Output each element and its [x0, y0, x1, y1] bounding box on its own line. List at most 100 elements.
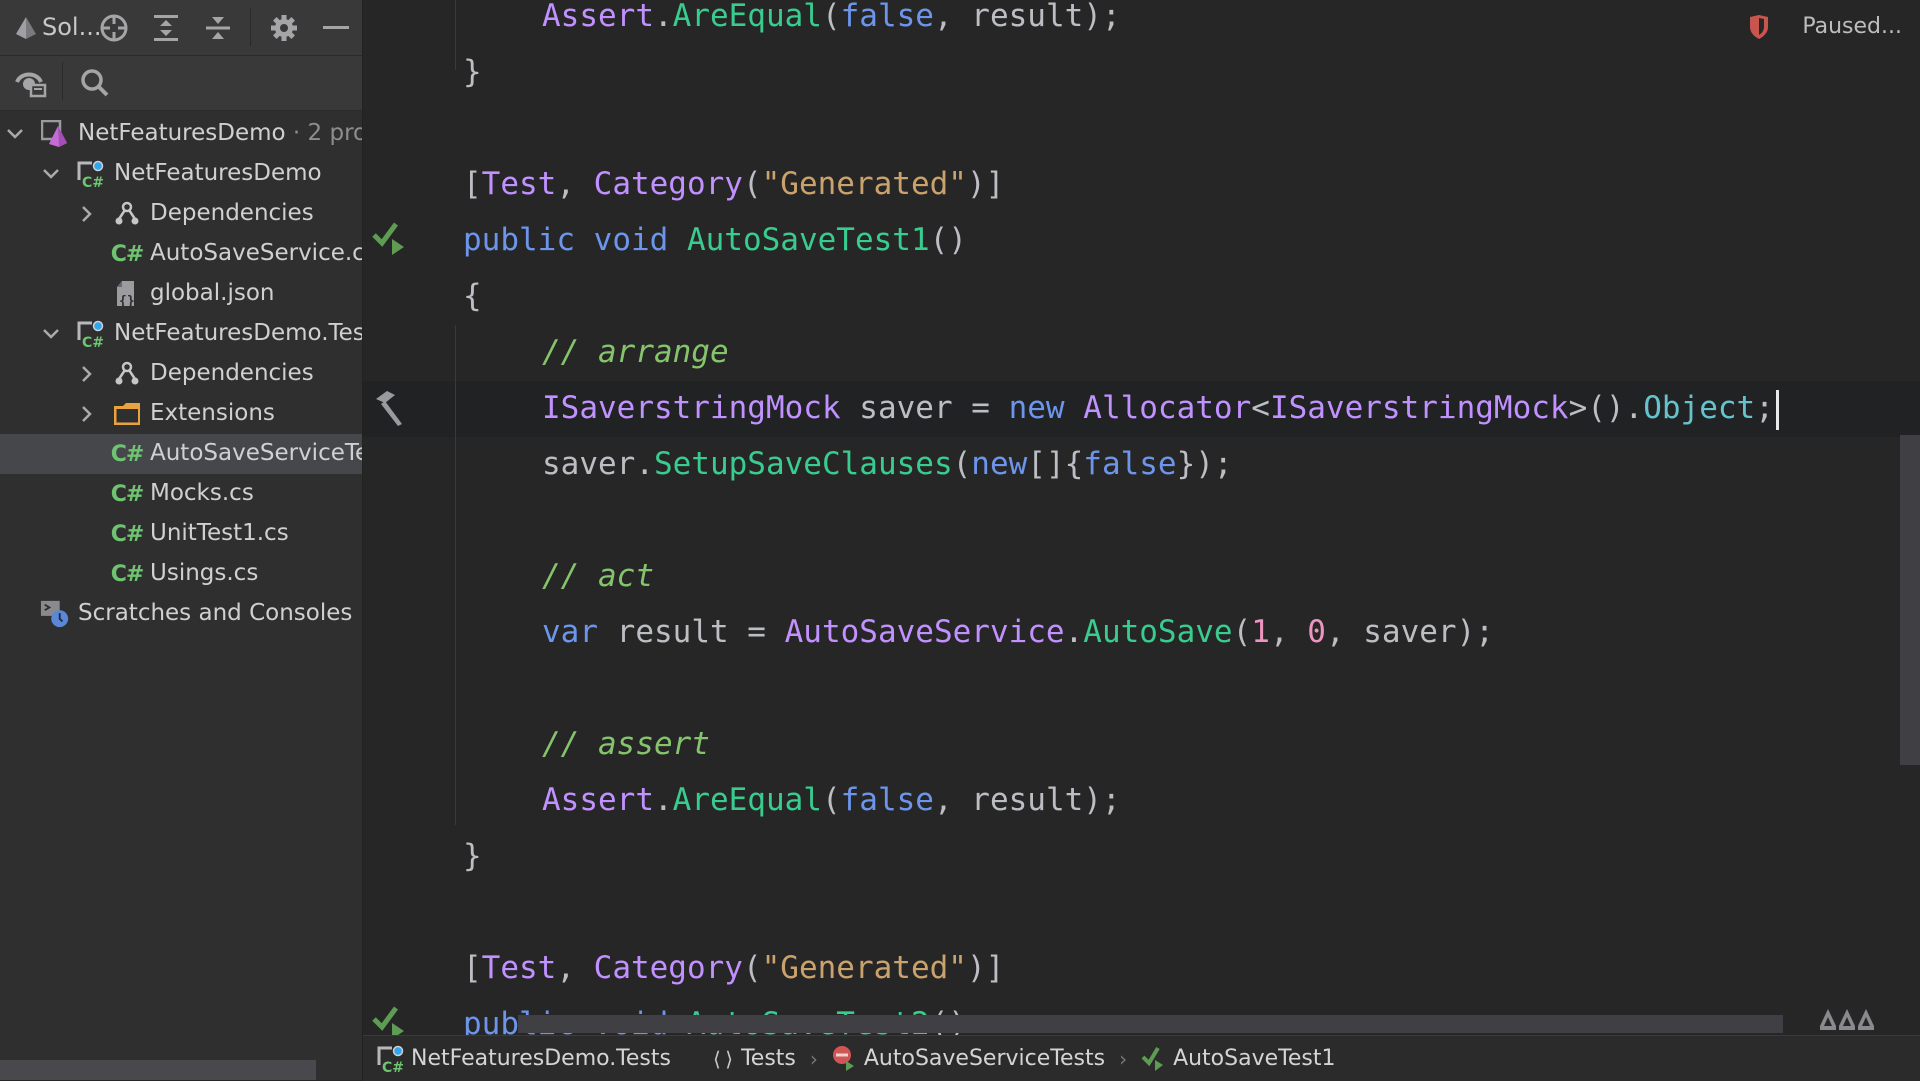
code-line[interactable]: var result = AutoSaveService.AutoSave(1,…: [542, 604, 1494, 660]
tree-item-label: AutoSaveService.cs: [150, 240, 363, 266]
code-token: ,: [1269, 614, 1308, 650]
tree-item[interactable]: C# UnitTest1.cs: [0, 514, 362, 554]
code-token: 0: [1307, 614, 1326, 650]
code-token: , saver);: [1325, 614, 1494, 650]
code-token: }: [463, 838, 482, 874]
code-token: [: [463, 950, 482, 986]
editor-horizontal-scrollbar[interactable]: [518, 1015, 1783, 1033]
code-token: Test: [481, 950, 557, 986]
inspection-widget[interactable]: [1819, 1008, 1875, 1030]
code-token: (): [929, 222, 967, 258]
tree-item[interactable]: NetFeaturesDemo · 2 proje: [0, 114, 362, 154]
code-token: Allocator: [1083, 390, 1252, 426]
breadcrumb-item[interactable]: AutoSaveServiceTests: [832, 1045, 1105, 1073]
code-token: 1: [1251, 614, 1270, 650]
code-line[interactable]: [Test, Category("Generated")]: [463, 156, 1004, 212]
code-token: saver =: [840, 390, 1009, 426]
svg-text:C#: C#: [82, 175, 104, 188]
code-line[interactable]: ISaverstringMock saver = new Allocator<I…: [542, 380, 1779, 436]
code-token: void: [593, 222, 669, 258]
tree-item-label: global.json: [150, 280, 275, 306]
csharp-file-icon: C#: [110, 441, 145, 467]
tree-item[interactable]: {} global.json: [0, 274, 362, 314]
chevron-right-icon[interactable]: [77, 364, 97, 384]
code-token: Test: [481, 166, 557, 202]
code-token: });: [1176, 446, 1233, 482]
dependencies-icon: [112, 199, 142, 229]
code-line[interactable]: }: [463, 44, 482, 100]
hammer-icon[interactable]: [369, 388, 409, 428]
indent-guide: [455, 0, 456, 70]
code-line[interactable]: Assert.AreEqual(false, result);: [542, 772, 1121, 828]
analysis-status[interactable]: Paused...: [1802, 14, 1902, 39]
scratches-icon: [40, 599, 70, 629]
show-files-icon[interactable]: [11, 63, 51, 103]
code-token: )]: [966, 950, 1005, 986]
collapse-all-icon[interactable]: [198, 8, 238, 48]
chevron-down-icon[interactable]: [41, 164, 61, 184]
code-token: (: [1232, 614, 1252, 650]
svg-text:{}: {}: [119, 294, 135, 308]
code-line[interactable]: saver.SetupSaveClauses(new[]{false});: [542, 436, 1233, 492]
dependencies-icon: [112, 359, 142, 389]
sidebar-horizontal-scrollbar[interactable]: [0, 1060, 316, 1080]
tree-item[interactable]: C# Usings.cs: [0, 554, 362, 594]
tree-item[interactable]: C# Mocks.cs: [0, 474, 362, 514]
code-token: false: [1083, 446, 1177, 482]
code-line[interactable]: // act: [542, 548, 654, 604]
code-line[interactable]: Assert.AreEqual(false, result);: [542, 0, 1121, 44]
code-token: false: [840, 0, 934, 34]
namespace-icon: ⟨⟩: [710, 1046, 736, 1071]
tree-item[interactable]: C# NetFeaturesDemo: [0, 154, 362, 194]
svg-text:C#: C#: [82, 335, 104, 348]
hide-icon[interactable]: [316, 8, 356, 48]
tree-item-label: Usings.cs: [150, 560, 259, 586]
locate-icon[interactable]: [94, 8, 134, 48]
breadcrumb-item[interactable]: C# NetFeaturesDemo.Tests: [377, 1045, 671, 1073]
tree-item[interactable]: C# AutoSaveService.cs: [0, 234, 362, 274]
breadcrumb-item[interactable]: AutoSaveTest1: [1141, 1045, 1335, 1073]
settings-icon[interactable]: [264, 8, 304, 48]
solution-view-title[interactable]: Sol...: [42, 13, 101, 41]
csharp-file-icon: C#: [110, 521, 145, 547]
tree-item-label: UnitTest1.cs: [150, 520, 289, 546]
search-icon[interactable]: [75, 63, 115, 103]
tree-item-label: AutoSaveServiceTests.cs: [150, 440, 363, 466]
tree-item[interactable]: C# NetFeaturesDemo.Tests: [0, 314, 362, 354]
chevron-down-icon[interactable]: [41, 324, 61, 344]
code-line[interactable]: // assert: [542, 716, 710, 772]
code-token: // assert: [542, 726, 710, 762]
code-token: ,: [556, 950, 594, 986]
breadcrumb-item[interactable]: ⟨⟩ Tests: [711, 1046, 796, 1071]
code-line[interactable]: public void AutoSaveTest1(): [463, 212, 967, 268]
inspection-icon: [1820, 1009, 1836, 1030]
test-passed-run-icon[interactable]: [369, 220, 409, 260]
code-token: )]: [966, 166, 1005, 202]
code-line[interactable]: [Test, Category("Generated")]: [463, 940, 1004, 996]
tree-item[interactable]: Dependencies: [0, 354, 362, 394]
code-token: Category: [593, 950, 743, 986]
inspection-icon: [1858, 1009, 1874, 1030]
test-passed-run-icon[interactable]: [369, 1004, 409, 1035]
chevron-right-icon[interactable]: [77, 404, 97, 424]
expand-all-icon[interactable]: [146, 8, 186, 48]
breadcrumb-label: AutoSaveServiceTests: [863, 1046, 1106, 1071]
code-line[interactable]: // arrange: [542, 324, 729, 380]
shield-icon[interactable]: [1748, 14, 1770, 44]
code-token: >().: [1568, 390, 1644, 426]
chevron-down-icon[interactable]: [5, 124, 25, 144]
tree-item[interactable]: Dependencies: [0, 194, 362, 234]
code-token: "Generated": [761, 950, 967, 986]
editor-vertical-scrollbar[interactable]: [1900, 435, 1920, 765]
tree-item[interactable]: Extensions: [0, 394, 362, 434]
code-token: AutoSaveService: [784, 614, 1065, 650]
indent-guide: [455, 325, 456, 825]
tree-item[interactable]: Scratches and Consoles: [0, 594, 362, 634]
code-editor[interactable]: Assert.AreEqual(false, result);} [Test, C…: [363, 0, 1920, 1035]
breadcrumb-separator: ›: [1119, 1046, 1128, 1071]
tree-item[interactable]: C#AutoSaveServiceTests.cs: [0, 434, 362, 474]
code-line[interactable]: }: [463, 828, 482, 884]
chevron-right-icon[interactable]: [77, 204, 97, 224]
code-line[interactable]: {: [463, 268, 482, 324]
